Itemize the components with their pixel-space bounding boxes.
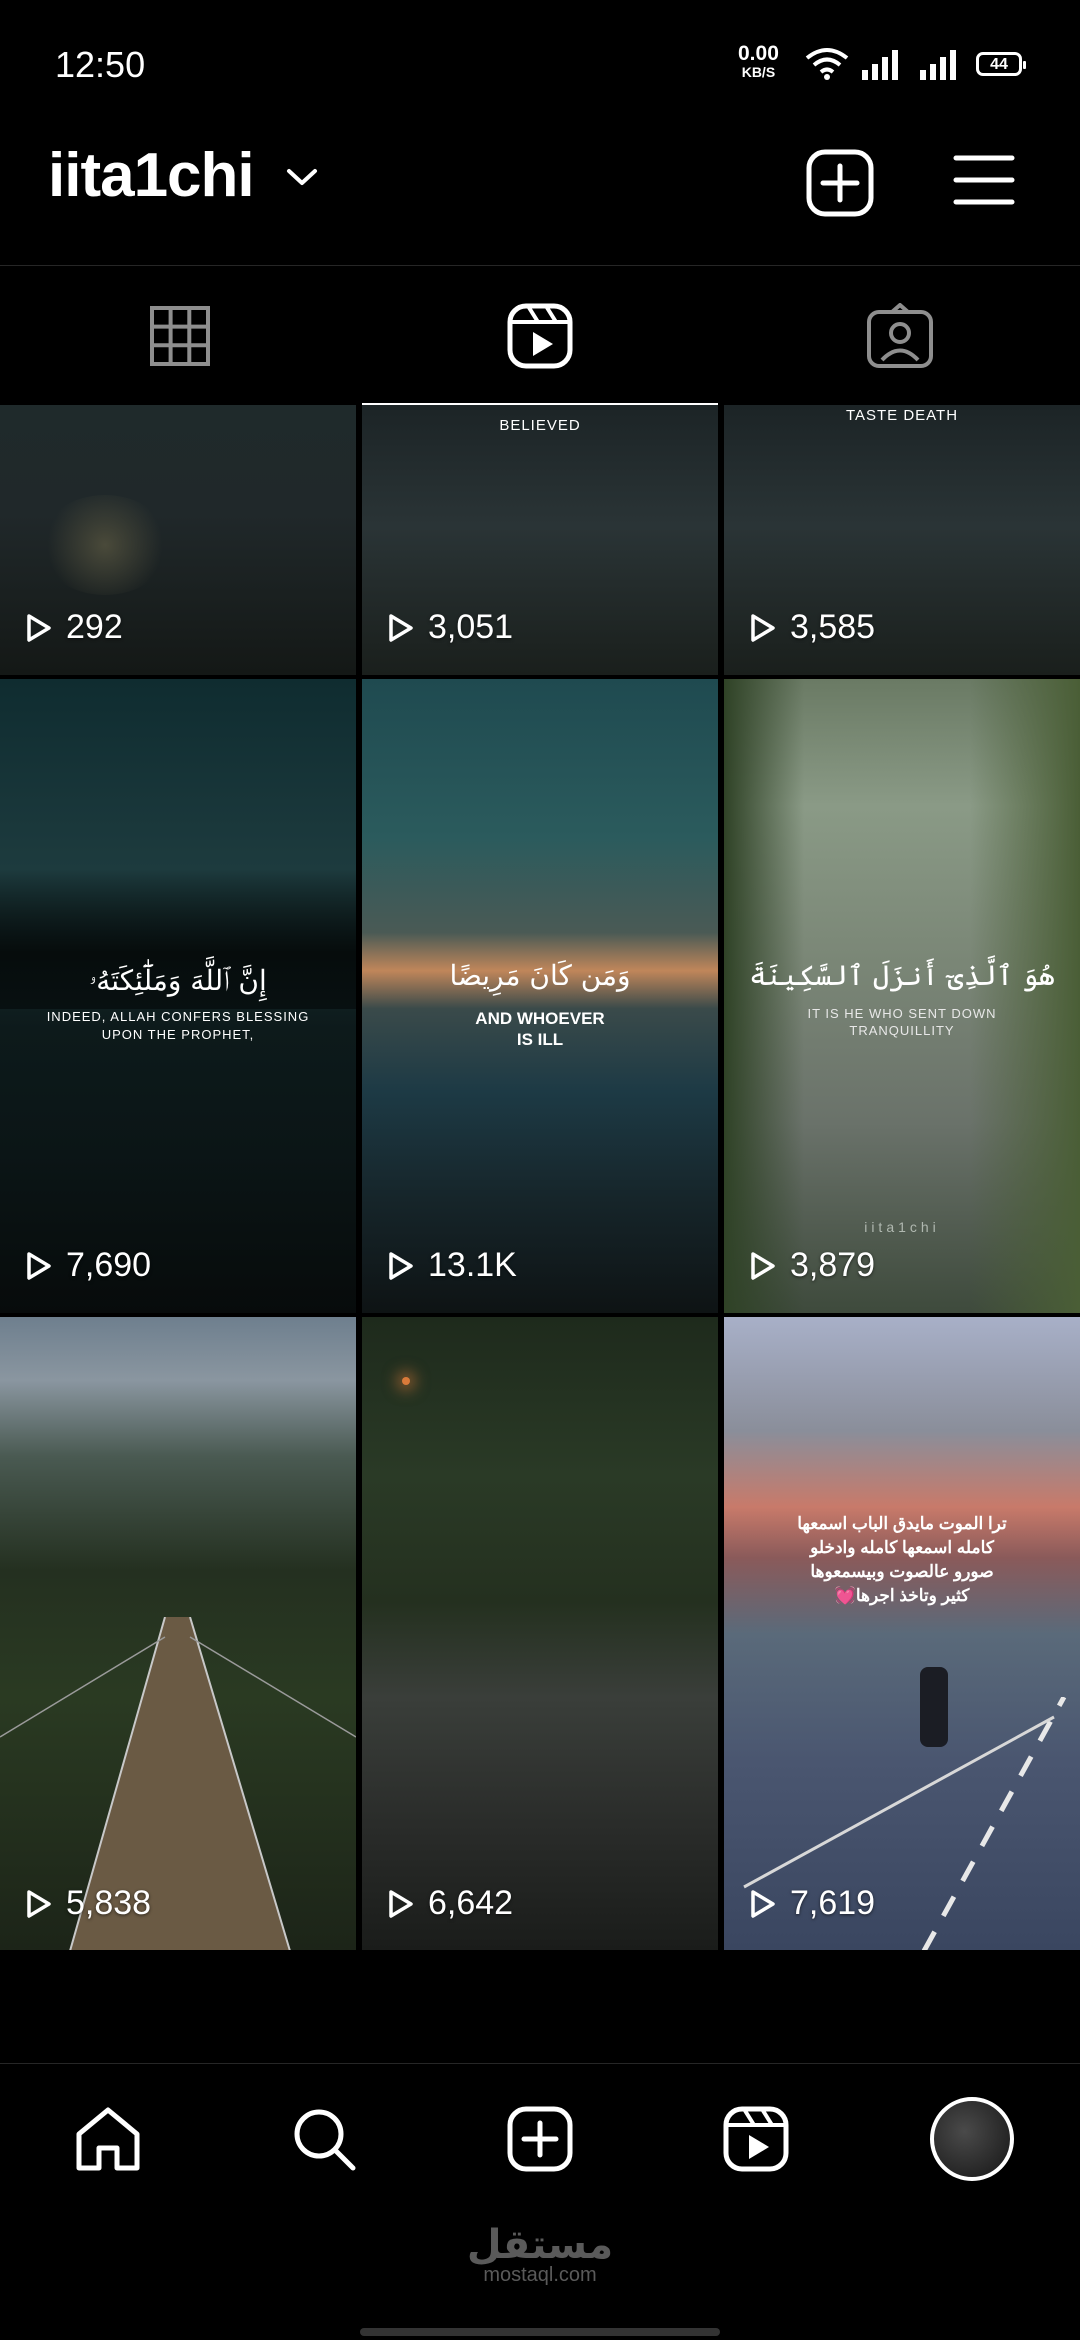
play-icon — [27, 1889, 51, 1918]
reel-thumbnail[interactable]: وَمَن كَانَ مَرِيضًا AND WHOEVER IS ILL … — [362, 679, 718, 1313]
reel-english-overlay: IT IS HE WHO SENT DOWN — [807, 1006, 997, 1021]
reel-english-overlay: TRANQUILLITY — [849, 1023, 955, 1038]
reel-watermark: iita1chi — [864, 1219, 940, 1235]
profile-username[interactable]: iita1chi — [48, 140, 255, 211]
overlay-line: كامله اسمعها كامله وادخلو — [810, 1538, 994, 1557]
clock: 12:50 — [55, 44, 146, 85]
grid-icon — [150, 306, 210, 366]
reel-arabic-overlay: هُوَ ٱلَّذِىٓ أَنزَلَ ٱلسَّكِينَةَ — [749, 959, 1055, 992]
network-speed: 0.00 KB/S — [738, 42, 779, 81]
signal-icon-2 — [920, 50, 956, 80]
reel-view-count: 292 — [26, 608, 123, 647]
network-speed-value: 0.00 — [738, 42, 779, 65]
tagged-person-icon — [867, 303, 933, 368]
watermark-latin: mostaql.com — [483, 2264, 597, 2286]
site-watermark: مستقل mostaql.com — [0, 2222, 1080, 2287]
reel-thumbnail[interactable]: TASTE DEATH 3,585 — [724, 405, 1080, 675]
play-icon — [389, 613, 413, 642]
overlay-line: ترا الموت مايدق الباب اسمعها — [797, 1514, 1007, 1533]
reel-english-overlay: IS ILL — [516, 1030, 564, 1049]
reel-caption-overlay: BELIEVED — [499, 417, 581, 434]
reel-view-count: 5,838 — [26, 1884, 151, 1923]
view-count-text: 13.1K — [428, 1246, 517, 1284]
reels-grid: 292 BELIEVED 3,051 TASTE DEATH 3,585 إِن… — [0, 405, 1080, 1950]
view-count-text: 7,619 — [790, 1884, 876, 1922]
reel-view-count: 7,619 — [750, 1884, 875, 1923]
gesture-home-bar[interactable] — [360, 2328, 720, 2336]
reel-thumbnail[interactable]: إِنَّ ٱللَّهَ وَمَلَٰٓئِكَتَهُۥ INDEED, … — [0, 679, 356, 1313]
signal-icon-1 — [862, 50, 898, 80]
overlay-line: كثير وتاخذ اجرها💓 — [834, 1586, 970, 1605]
nav-reels[interactable] — [648, 2064, 864, 2214]
home-icon — [76, 2107, 140, 2171]
play-icon — [27, 1251, 51, 1280]
foliage — [970, 679, 1080, 1313]
view-count-text: 7,690 — [66, 1246, 152, 1284]
reel-view-count: 3,585 — [750, 608, 875, 647]
bottom-navigation — [0, 2063, 1080, 2214]
play-icon — [751, 1251, 775, 1280]
reel-view-count: 7,690 — [26, 1246, 151, 1285]
nav-search[interactable] — [216, 2064, 432, 2214]
tab-reels[interactable] — [360, 266, 720, 406]
reel-thumbnail[interactable]: 5,838 — [0, 1317, 356, 1950]
view-count-text: 5,838 — [66, 1884, 152, 1922]
wifi-icon — [805, 48, 849, 80]
walking-person — [920, 1667, 948, 1747]
reels-icon — [507, 303, 573, 369]
reels-icon — [723, 2106, 789, 2172]
plus-square-icon — [507, 2106, 573, 2172]
profile-tabs — [0, 265, 1080, 406]
view-count-text: 6,642 — [428, 1884, 514, 1922]
foliage — [724, 679, 804, 1313]
nav-profile[interactable] — [864, 2064, 1080, 2214]
play-icon — [389, 1889, 413, 1918]
status-bar: 12:50 0.00 KB/S 44 — [0, 0, 1080, 130]
reel-view-count: 3,879 — [750, 1246, 875, 1285]
network-speed-unit: KB/S — [741, 64, 776, 80]
battery-icon: 44 — [976, 52, 1026, 76]
play-icon — [389, 1251, 413, 1280]
reel-english-overlay: AND WHOEVER — [475, 1009, 605, 1028]
view-count-text: 3,051 — [428, 608, 514, 646]
watermark-arabic: مستقل — [466, 2222, 614, 2268]
reel-thumbnail[interactable]: BELIEVED 3,051 — [362, 405, 718, 675]
reel-caption-overlay: TASTE DEATH — [845, 407, 959, 424]
tab-tagged[interactable] — [720, 266, 1080, 406]
reel-arabic-overlay: وَمَن كَانَ مَرِيضًا — [449, 959, 631, 992]
create-new-button[interactable] — [805, 148, 875, 218]
reel-view-count: 6,642 — [388, 1884, 513, 1923]
reel-arabic-overlay: إِنَّ ٱللَّهَ وَمَلَٰٓئِكَتَهُۥ — [89, 964, 267, 997]
reel-arabic-overlay: ترا الموت مايدق الباب اسمعها كامله اسمعه… — [724, 1512, 1080, 1608]
play-icon — [751, 1889, 775, 1918]
overlay-line: صورو عالصوت وبيسمعوها — [810, 1562, 994, 1581]
moon-reflection — [40, 495, 170, 595]
street-lamp — [402, 1377, 410, 1385]
reel-english-overlay: UPON THE PROPHET, — [101, 1027, 255, 1042]
play-icon — [27, 613, 51, 642]
reel-thumbnail[interactable]: هُوَ ٱلَّذِىٓ أَنزَلَ ٱلسَّكِينَةَ IT IS… — [724, 679, 1080, 1313]
view-count-text: 292 — [66, 608, 123, 646]
view-count-text: 3,879 — [790, 1246, 876, 1284]
play-icon — [751, 613, 775, 642]
menu-icon[interactable] — [952, 148, 1016, 212]
nav-create[interactable] — [432, 2064, 648, 2214]
nav-home[interactable] — [0, 2064, 216, 2214]
tab-posts-grid[interactable] — [0, 266, 360, 406]
search-icon — [294, 2109, 356, 2171]
reel-thumbnail[interactable]: ترا الموت مايدق الباب اسمعها كامله اسمعه… — [724, 1317, 1080, 1950]
reel-view-count: 13.1K — [388, 1246, 517, 1285]
reel-thumbnail[interactable]: 6,642 — [362, 1317, 718, 1950]
reel-english-overlay: INDEED, ALLAH CONFERS BLESSING — [46, 1009, 310, 1024]
chevron-down-icon[interactable] — [285, 165, 319, 189]
reel-view-count: 3,051 — [388, 608, 513, 647]
view-count-text: 3,585 — [790, 608, 876, 646]
reel-thumbnail[interactable]: 292 — [0, 405, 356, 675]
avatar — [930, 2097, 1014, 2181]
